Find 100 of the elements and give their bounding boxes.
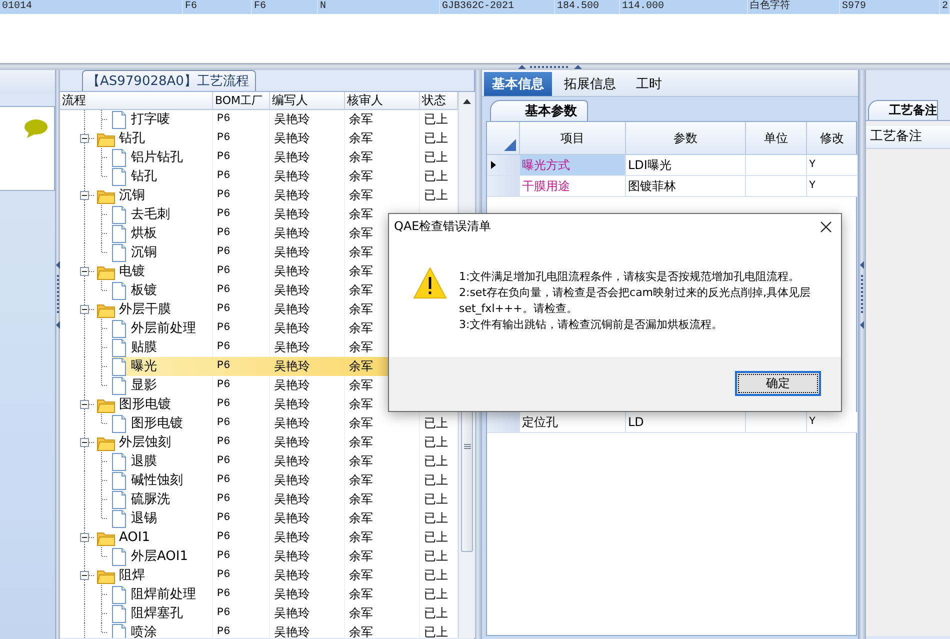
node-label: 外层干膜: [119, 301, 171, 319]
column-header[interactable]: 编写人: [270, 92, 345, 109]
table-cell: 吴艳玲: [274, 549, 310, 563]
table-cell: 余军: [349, 112, 373, 126]
column-header[interactable]: BOM工厂: [213, 92, 270, 109]
table-cell[interactable]: 图镀菲林: [626, 176, 746, 197]
table-cell: P6: [217, 360, 230, 372]
table-cell: 余军: [349, 131, 373, 145]
node-label: 硫脲洗: [131, 491, 170, 509]
table-cell: 余军: [349, 435, 373, 449]
table-cell: 吴艳玲: [274, 416, 310, 430]
node-label: 铝片钻孔: [131, 149, 183, 167]
table-cell: 余军: [349, 207, 373, 221]
collapse-icon[interactable]: [80, 305, 89, 314]
table-cell: 吴艳玲: [274, 302, 310, 316]
node-label: 烘板: [131, 225, 157, 243]
node-label: 外层AOI1: [131, 548, 188, 566]
table-cell: 已上: [424, 416, 448, 430]
table-cell: 余军: [349, 625, 373, 638]
collapse-icon[interactable]: [80, 571, 89, 580]
table-cell: P6: [217, 398, 230, 410]
table-cell: 已上: [424, 150, 448, 164]
collapse-icon[interactable]: [80, 533, 89, 542]
splitter-handle[interactable]: [858, 70, 866, 639]
node-label: 钻孔: [131, 168, 157, 186]
table-cell: 吴艳玲: [274, 150, 310, 164]
table-cell[interactable]: LDI曝光: [626, 155, 746, 176]
tab[interactable]: 拓展信息: [556, 72, 624, 96]
table-cell: 已上: [424, 492, 448, 506]
table-cell: 已上: [424, 112, 448, 126]
node-label: 打字唛: [131, 111, 170, 129]
table-cell: 余军: [349, 264, 373, 278]
table-cell: 已上: [424, 568, 448, 582]
table-cell: 吴艳玲: [274, 340, 310, 354]
table-cell: P6: [217, 227, 230, 239]
table-cell: 吴艳玲: [274, 454, 310, 468]
tab[interactable]: 基本信息: [484, 72, 552, 96]
node-label: AOI1: [119, 529, 150, 547]
table-cell[interactable]: 曝光方式: [520, 155, 626, 176]
column-header[interactable]: 核审人: [345, 92, 420, 109]
table-cell: 吴艳玲: [274, 568, 310, 582]
table-cell: 已上: [424, 131, 448, 145]
table-cell: P6: [217, 569, 230, 581]
ok-button[interactable]: 确定: [735, 371, 821, 396]
node-label: 去毛刺: [131, 206, 170, 224]
table-cell: 吴艳玲: [274, 397, 310, 411]
table-cell: 吴艳玲: [274, 435, 310, 449]
splitter-handle[interactable]: [0, 63, 950, 70]
table-cell: 余军: [349, 169, 373, 183]
table-cell[interactable]: 定位孔: [520, 412, 626, 433]
table-cell[interactable]: Y: [807, 155, 858, 176]
node-label: 外层蚀刻: [119, 434, 171, 452]
table-cell: 余军: [349, 188, 373, 202]
column-header: 工艺备注: [866, 126, 950, 149]
table-cell: 吴艳玲: [274, 359, 310, 373]
table-cell: 吴艳玲: [274, 530, 310, 544]
row-header[interactable]: [487, 155, 520, 176]
table-cell: P6: [217, 322, 230, 334]
table-cell: 已上: [424, 188, 448, 202]
table-cell: 吴艳玲: [274, 473, 310, 487]
table-cell: P6: [217, 151, 230, 163]
table-cell: P6: [217, 474, 230, 486]
tab[interactable]: 工时: [628, 72, 670, 96]
table-cell: 余军: [349, 416, 373, 430]
table-cell[interactable]: Y: [807, 412, 858, 433]
node-label: 退膜: [131, 453, 157, 471]
node-label: 阻焊塞孔: [131, 605, 183, 623]
warning-icon: [413, 267, 447, 299]
table-cell: 余军: [349, 340, 373, 354]
table-cell[interactable]: 干膜用途: [520, 176, 626, 197]
table-cell: 余军: [349, 321, 373, 335]
collapse-icon[interactable]: [80, 191, 89, 200]
folder-icon: [97, 568, 115, 584]
table-cell: P6: [217, 417, 230, 429]
collapse-icon[interactable]: [80, 438, 89, 447]
collapse-icon[interactable]: [80, 400, 89, 409]
node-label: 外层前处理: [131, 320, 196, 338]
table-cell: 已上: [424, 606, 448, 620]
error-message: 2:set存在负向量，请检查是否会把cam映射过来的反光点削掉,具体见层set_fxl+++。请检查。: [458, 285, 812, 317]
collapse-icon[interactable]: [80, 134, 89, 143]
splitter-handle[interactable]: [55, 70, 60, 639]
folder-icon: [97, 434, 115, 450]
node-label: 碱性蚀刻: [131, 472, 183, 490]
dialog-title: QAE检查错误清单: [394, 218, 492, 235]
table-cell: GJB362C-2021: [440, 0, 555, 14]
tab[interactable]: 工艺备注: [868, 100, 938, 120]
table-cell: 吴艳玲: [274, 169, 310, 183]
collapse-icon[interactable]: [80, 267, 89, 276]
column-header[interactable]: 流程: [60, 92, 213, 109]
node-label: 图形电镀: [119, 396, 171, 414]
table-cell[interactable]: Y: [807, 176, 858, 197]
table-cell[interactable]: LD: [626, 412, 746, 433]
table-cell: 余军: [349, 397, 373, 411]
node-label: 贴膜: [131, 339, 157, 357]
table-cell: 余军: [349, 454, 373, 468]
table-cell: P6: [217, 607, 230, 619]
folder-icon: [97, 130, 115, 146]
table-cell: 余军: [349, 530, 373, 544]
table-cell: 吴艳玲: [274, 112, 310, 126]
tab[interactable]: 基本参数: [490, 100, 588, 121]
